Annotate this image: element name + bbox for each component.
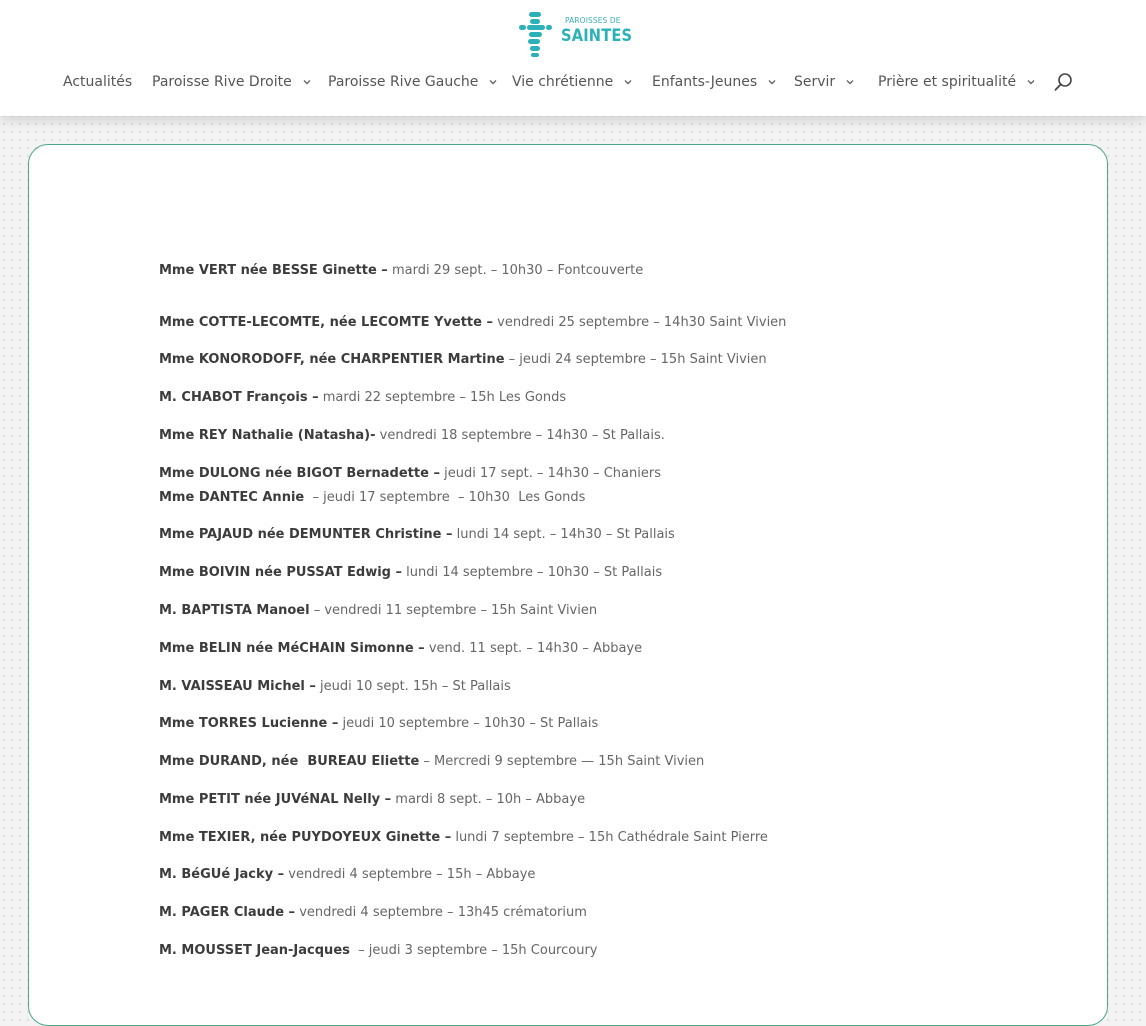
obituary-details: lundi 7 septembre – 15h Cathédrale Saint… [451, 830, 768, 845]
obituary-details: jeudi 17 sept. – 14h30 – Chaniers [439, 466, 661, 481]
obituary-item: Mme TEXIER, née PUYDOYEUX Ginette – lund… [159, 829, 768, 846]
obituary-item: M. MOUSSET Jean-Jacques – jeudi 3 septem… [159, 942, 598, 959]
nav-item-label: Prière et spiritualité [878, 74, 1017, 90]
nav-item-label: Paroisse Rive Droite [152, 74, 292, 90]
nav-item-label: Vie chrétienne [512, 74, 614, 90]
chevron-down-icon [1027, 80, 1035, 85]
obituary-item: Mme PAJAUD née DEMUNTER Christine – lund… [159, 526, 675, 543]
nav-item-2[interactable]: Paroisse Rive Gauche [328, 72, 498, 92]
obituary-name: M. BAPTISTA Manoel [159, 603, 310, 618]
obituary-details: – jeudi 24 septembre – 15h Saint Vivien [504, 352, 767, 367]
obituary-details: jeudi 10 septembre – 10h30 – St Pallais [338, 716, 599, 731]
site-logo[interactable]: PAROISSES DE SAINTES [517, 10, 632, 60]
obituary-name: M. MOUSSET Jean-Jacques [159, 943, 350, 958]
chevron-down-icon [624, 80, 632, 85]
obituary-name: Mme TORRES Lucienne – [159, 716, 339, 731]
nav-item-label: Servir [794, 74, 836, 90]
obituary-details: vend. 11 sept. – 14h30 – Abbaye [424, 641, 643, 656]
obituary-item: M. BéGUé Jacky – vendredi 4 septembre – … [159, 866, 535, 883]
obituary-item: M. VAISSEAU Michel – jeudi 10 sept. 15h … [159, 678, 511, 695]
obituary-details: jeudi 10 sept. 15h – St Pallais [315, 679, 511, 694]
obituary-name: Mme KONORODOFF, née CHARPENTIER Martine [159, 352, 505, 367]
obituary-name: Mme REY Nathalie (Natasha)- [159, 428, 376, 443]
obituary-name: Mme BELIN née MéCHAIN Simonne – [159, 641, 425, 656]
cross-logo-icon [519, 12, 552, 57]
obituary-item: M. BAPTISTA Manoel – vendredi 11 septemb… [159, 602, 597, 619]
obituary-item: Mme PETIT née JUVéNAL Nelly – mardi 8 se… [159, 791, 585, 808]
nav-item-6[interactable]: Prière et spiritualité [878, 72, 1036, 92]
obituary-item: M. CHABOT François – mardi 22 septembre … [159, 389, 566, 406]
obituary-details: vendredi 18 septembre – 14h30 – St Palla… [375, 428, 665, 443]
obituary-name: Mme DULONG née BIGOT Bernadette – [159, 466, 440, 481]
obituary-item: Mme DURAND, née BUREAU Eliette – Mercred… [159, 753, 704, 770]
nav-item-label: Enfants-Jeunes [652, 74, 758, 90]
obituary-details: mardi 22 septembre – 15h Les Gonds [318, 390, 567, 405]
obituary-details: mardi 8 sept. – 10h – Abbaye [391, 792, 586, 807]
obituary-item: Mme DULONG née BIGOT Bernadette – jeudi … [159, 465, 661, 482]
obituary-item: Mme COTTE-LECOMTE, née LECOMTE Yvette – … [159, 314, 786, 331]
nav-item-3[interactable]: Vie chrétienne [512, 72, 633, 92]
site-header: PAROISSES DE SAINTES Actualités Paroisse … [0, 0, 1146, 116]
chevron-down-icon [489, 80, 497, 85]
obituary-details: vendredi 4 septembre – 13h45 crématorium [295, 905, 587, 920]
obituary-details: vendredi 4 septembre – 15h – Abbaye [284, 867, 536, 882]
search-icon[interactable] [1054, 72, 1074, 92]
nav-item-4[interactable]: Enfants-Jeunes [652, 72, 777, 92]
obituary-details: – jeudi 3 septembre – 15h Courcoury [349, 943, 598, 958]
chevron-down-icon [846, 80, 854, 85]
nav-item-label: Paroisse Rive Gauche [328, 74, 479, 90]
obituary-name: Mme COTTE-LECOMTE, née LECOMTE Yvette – [159, 315, 493, 330]
obituary-name: Mme TEXIER, née PUYDOYEUX Ginette – [159, 830, 452, 845]
nav-item-5[interactable]: Servir [794, 72, 855, 92]
obituary-name: Mme PAJAUD née DEMUNTER Christine – [159, 527, 453, 542]
obituary-details: mardi 29 sept. – 10h30 – Fontcouverte [387, 263, 644, 278]
obituary-name: Mme DURAND, née BUREAU Eliette [159, 754, 420, 769]
obituary-details: vendredi 25 septembre – 14h30 Saint Vivi… [493, 315, 787, 330]
chevron-down-icon [768, 80, 776, 85]
logo-small-text: PAROISSES DE [565, 16, 621, 25]
obituary-name: Mme VERT née BESSE Ginette – [159, 263, 388, 278]
obituary-name: Mme PETIT née JUVéNAL Nelly – [159, 792, 392, 807]
obituary-details: – vendredi 11 septembre – 15h Saint Vivi… [309, 603, 598, 618]
obituary-item: Mme DANTEC Annie – jeudi 17 septembre – … [159, 489, 585, 506]
obituary-item: Mme TORRES Lucienne – jeudi 10 septembre… [159, 715, 598, 732]
obituary-details: lundi 14 sept. – 14h30 – St Pallais [452, 527, 675, 542]
nav-item-label: Actualités [63, 74, 133, 90]
nav-item-1[interactable]: Paroisse Rive Droite [152, 72, 312, 92]
obituary-item: Mme VERT née BESSE Ginette – mardi 29 se… [159, 262, 643, 279]
obituary-name: M. VAISSEAU Michel – [159, 679, 316, 694]
logo-big-text: SAINTES [561, 26, 633, 46]
obituary-item: Mme REY Nathalie (Natasha)- vendredi 18 … [159, 427, 665, 444]
obituary-name: M. PAGER Claude – [159, 905, 296, 920]
obituary-details: – Mercredi 9 septembre — 15h Saint Vivie… [419, 754, 705, 769]
obituary-item: Mme KONORODOFF, née CHARPENTIER Martine … [159, 351, 767, 368]
obituary-item: Mme BOIVIN née PUSSAT Edwig – lundi 14 s… [159, 564, 662, 581]
obituary-name: M. CHABOT François – [159, 390, 319, 405]
obituary-name: Mme BOIVIN née PUSSAT Edwig – [159, 565, 402, 580]
nav-item-0[interactable]: Actualités [63, 72, 132, 92]
obituary-item: M. PAGER Claude – vendredi 4 septembre –… [159, 904, 587, 921]
obituary-item: Mme BELIN née MéCHAIN Simonne – vend. 11… [159, 640, 642, 657]
obituary-name: M. BéGUé Jacky – [159, 867, 285, 882]
obituary-details: – jeudi 17 septembre – 10h30 Les Gonds [304, 490, 586, 505]
obituary-details: lundi 14 septembre – 10h30 – St Pallais [402, 565, 663, 580]
obituary-name: Mme DANTEC Annie [159, 490, 305, 505]
chevron-down-icon [303, 80, 311, 85]
